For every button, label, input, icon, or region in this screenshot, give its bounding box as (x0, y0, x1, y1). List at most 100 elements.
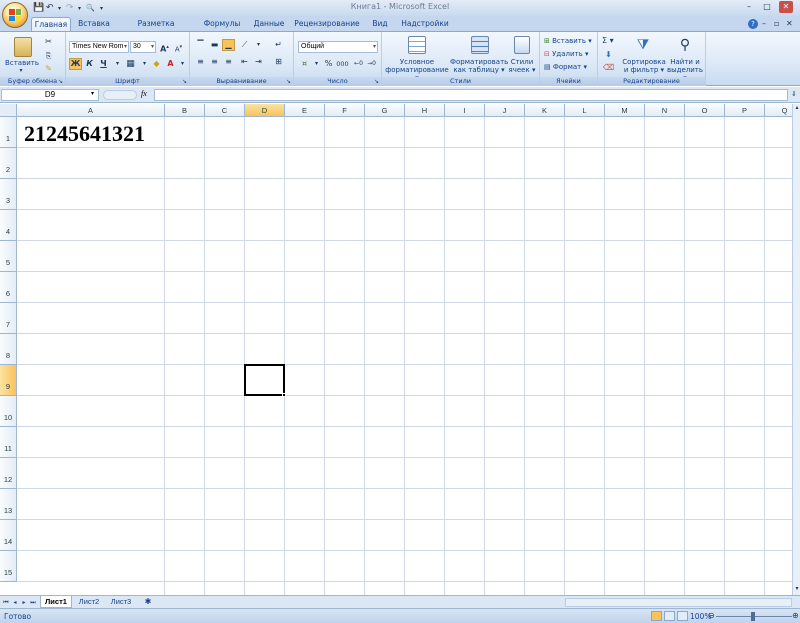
format-painter-icon[interactable]: ✎ (42, 63, 55, 75)
insert-cells-button[interactable]: ⊞ Вставить ▾ (544, 37, 596, 45)
tab-insert[interactable]: Вставка (75, 17, 113, 31)
row-header-13[interactable]: 13 (0, 489, 17, 520)
align-bottom-icon[interactable]: ▁ (222, 39, 235, 51)
shrink-font-icon[interactable]: A▾ (172, 41, 185, 53)
paste-dropdown-icon[interactable]: ▾ (16, 67, 26, 75)
next-sheet-icon[interactable]: ▸ (20, 598, 28, 607)
tab-view[interactable]: Вид (366, 17, 394, 31)
font-name-select[interactable]: Times New Rom ▾ (69, 41, 129, 53)
row-header-3[interactable]: 3 (0, 179, 17, 210)
copy-icon[interactable]: ⎘ (42, 50, 55, 62)
sheet-tab-1[interactable]: Лист1 (40, 596, 72, 608)
prev-sheet-icon[interactable]: ◂ (11, 598, 19, 607)
zoom-in-icon[interactable]: ⊕ (792, 611, 799, 620)
font-size-select[interactable]: 30 ▾ (130, 41, 156, 53)
text-orientation-icon[interactable]: ⟋ (238, 39, 251, 51)
format-as-table-button[interactable]: Форматировать как таблицу ▾ (450, 58, 508, 74)
row-header-12[interactable]: 12 (0, 458, 17, 489)
row-header-7[interactable]: 7 (0, 303, 17, 334)
name-box[interactable]: D9 (1, 89, 99, 101)
row-header-11[interactable]: 11 (0, 427, 17, 458)
row-header-15[interactable]: 15 (0, 551, 17, 582)
horizontal-scrollbar[interactable] (565, 598, 792, 607)
merge-center-icon[interactable]: ⊞ (272, 56, 285, 68)
format-cells-button[interactable]: ▤ Формат ▾ (544, 63, 596, 71)
sheet-tab-2[interactable]: Лист2 (74, 596, 104, 608)
column-header-p[interactable]: P (725, 104, 765, 117)
column-header-f[interactable]: F (325, 104, 365, 117)
column-header-q[interactable]: Q (765, 104, 792, 117)
column-header-j[interactable]: J (485, 104, 525, 117)
tab-formulas[interactable]: Формулы (200, 17, 244, 31)
formula-input[interactable] (154, 89, 788, 101)
row-header-10[interactable]: 10 (0, 396, 17, 427)
row-header-14[interactable]: 14 (0, 520, 17, 551)
fill-handle[interactable] (282, 393, 286, 397)
cut-icon[interactable]: ✂ (42, 36, 55, 48)
cell-styles-button[interactable]: Стили ячеек ▾ (506, 58, 538, 74)
column-header-h[interactable]: H (405, 104, 445, 117)
row-header-6[interactable]: 6 (0, 272, 17, 303)
clear-icon[interactable]: ⌫ (602, 62, 615, 74)
tab-addins[interactable]: Надстройки (400, 17, 450, 31)
tab-home[interactable]: Главная (31, 17, 71, 31)
thousands-button[interactable]: 000 (335, 58, 350, 70)
fill-icon[interactable]: ⬇ (602, 49, 615, 61)
column-header-i[interactable]: I (445, 104, 485, 117)
wrap-text-icon[interactable]: ↵ (272, 39, 285, 51)
column-header-d[interactable]: D (245, 104, 285, 117)
zoom-out-icon[interactable]: ⊖ (708, 611, 715, 620)
cell-a1[interactable]: 21245641321 (24, 121, 145, 147)
column-header-o[interactable]: O (685, 104, 725, 117)
active-cell-d9[interactable] (244, 364, 285, 396)
tab-data[interactable]: Данные (250, 17, 288, 31)
tab-review[interactable]: Рецензирование (294, 17, 360, 31)
maximize-button[interactable]: □ (760, 1, 774, 13)
row-header-5[interactable]: 5 (0, 241, 17, 272)
percent-button[interactable]: % (322, 58, 335, 70)
align-left-icon[interactable]: ≡ (194, 56, 207, 68)
increase-decimal-icon[interactable]: ←0 (352, 58, 365, 70)
worksheet-grid[interactable]: ABCDEFGHIJKLMNOPQ 1 2 3 4 5 6 7 8 9 10 11 12 13 14 15 … (0, 104, 792, 595)
normal-view-icon[interactable] (651, 611, 662, 621)
column-header-g[interactable]: G (365, 104, 405, 117)
formula-bar-splitter[interactable] (103, 90, 137, 100)
name-box-dropdown-icon[interactable]: ▾ (91, 90, 94, 97)
column-header-b[interactable]: B (165, 104, 205, 117)
underline-dropdown-icon[interactable]: ▾ (111, 58, 124, 70)
doc-restore-button[interactable]: ▫ (774, 19, 779, 28)
zoom-slider-thumb[interactable] (751, 612, 755, 621)
row-header-9[interactable]: 9 (0, 365, 17, 396)
orientation-dropdown-icon[interactable]: ▾ (252, 39, 265, 51)
column-header-m[interactable]: M (605, 104, 645, 117)
tab-page-layout[interactable]: Разметка страницы (118, 17, 194, 42)
italic-button[interactable]: К (83, 58, 96, 70)
first-sheet-icon[interactable]: ⏮ (2, 598, 10, 607)
autosum-button[interactable]: Σ ▾ (602, 37, 622, 45)
align-right-icon[interactable]: ≡ (222, 56, 235, 68)
column-header-k[interactable]: K (525, 104, 565, 117)
scroll-up-icon[interactable]: ▴ (793, 104, 800, 114)
insert-sheet-icon[interactable]: ✱ (138, 596, 158, 608)
column-header-a[interactable]: A (17, 104, 165, 117)
doc-close-button[interactable]: ✕ (786, 19, 793, 28)
align-top-icon[interactable]: ▔ (194, 39, 207, 51)
sort-filter-button[interactable]: Сортировка и фильтр ▾ (622, 58, 666, 74)
bold-button[interactable]: Ж (69, 58, 82, 70)
page-break-view-icon[interactable] (677, 611, 688, 621)
column-header-e[interactable]: E (285, 104, 325, 117)
grow-font-icon[interactable]: A▴ (158, 41, 171, 54)
fill-color-icon[interactable]: ◆ (150, 58, 163, 70)
page-layout-view-icon[interactable] (664, 611, 675, 621)
underline-button[interactable]: Ч (97, 58, 110, 70)
increase-indent-icon[interactable]: ⇥ (252, 56, 265, 68)
office-button[interactable] (2, 2, 28, 28)
column-header-c[interactable]: C (205, 104, 245, 117)
help-icon[interactable]: ? (748, 19, 758, 29)
delete-cells-button[interactable]: ⊟ Удалить ▾ (544, 50, 596, 58)
insert-function-button[interactable]: fx (141, 89, 147, 98)
scroll-down-icon[interactable]: ▾ (793, 585, 800, 595)
vertical-scrollbar[interactable]: ▴ ▾ (792, 104, 800, 595)
decrease-decimal-icon[interactable]: →0 (365, 58, 378, 70)
column-header-l[interactable]: L (565, 104, 605, 117)
